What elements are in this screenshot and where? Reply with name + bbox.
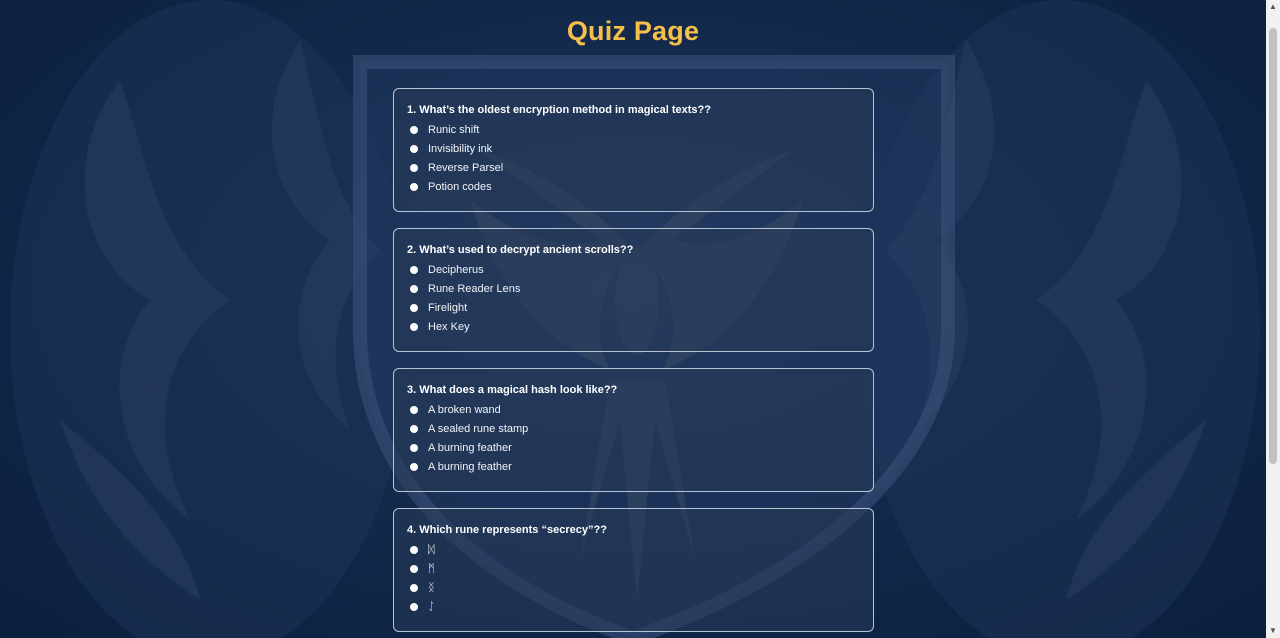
radio-button[interactable] (410, 603, 418, 611)
radio-button[interactable] (410, 425, 418, 433)
answer-option-label: Invisibility ink (428, 143, 493, 155)
answer-option-label: A burning feather (428, 461, 512, 473)
radio-button[interactable] (410, 164, 418, 172)
question-text: 2. What’s used to decrypt ancient scroll… (407, 244, 634, 256)
answer-option-label: Reverse Parsel (428, 162, 504, 174)
answer-option-label: Hex Key (428, 321, 470, 333)
answer-option-label: ᛇ (428, 601, 435, 613)
answer-option[interactable]: Decipherus (407, 261, 860, 280)
radio-button[interactable] (410, 463, 418, 471)
answer-option-label: ᛗ (428, 563, 435, 575)
radio-button[interactable] (410, 565, 418, 573)
answer-option[interactable]: A sealed rune stamp (407, 420, 860, 439)
vertical-scrollbar[interactable]: ▲ ▼ (1266, 0, 1280, 638)
question-text: 4. Which rune represents “secrecy”?? (407, 524, 607, 536)
question-text: 1. What’s the oldest encryption method i… (407, 104, 711, 116)
answer-option-label: Rune Reader Lens (428, 283, 521, 295)
question-card-1: 1. What’s the oldest encryption method i… (393, 88, 874, 212)
quiz-question-list: 1. What’s the oldest encryption method i… (393, 88, 874, 638)
page-title: Quiz Page (566, 16, 700, 46)
answer-option-label: Firelight (428, 302, 468, 314)
question-card-3: 3. What does a magical hash look like?? … (393, 368, 874, 492)
radio-button[interactable] (410, 285, 418, 293)
radio-button[interactable] (410, 183, 418, 191)
question-text: 3. What does a magical hash look like?? (407, 384, 618, 396)
page-viewport: Quiz Page 1. What’s the oldest encryptio… (0, 0, 1266, 638)
radio-button[interactable] (410, 145, 418, 153)
scroll-up-arrow-icon[interactable]: ▲ (1266, 0, 1280, 14)
answer-option[interactable]: Rune Reader Lens (407, 280, 860, 299)
radio-button[interactable] (410, 406, 418, 414)
answer-option[interactable]: Potion codes (407, 178, 860, 197)
radio-button[interactable] (410, 546, 418, 554)
question-card-2: 2. What’s used to decrypt ancient scroll… (393, 228, 874, 352)
answer-option[interactable]: Runic shift (407, 121, 860, 140)
answer-option-label: ᛝ (428, 582, 435, 594)
scroll-down-arrow-icon[interactable]: ▼ (1266, 624, 1280, 638)
radio-button[interactable] (410, 304, 418, 312)
answer-option[interactable]: ᛇ (407, 598, 860, 617)
answer-option[interactable]: Firelight (407, 299, 860, 318)
answer-option[interactable]: A broken wand (407, 401, 860, 420)
answer-option-label: A sealed rune stamp (428, 423, 529, 435)
scrollbar-thumb[interactable] (1269, 28, 1277, 464)
radio-button[interactable] (410, 126, 418, 134)
answer-option[interactable]: ᛞ (407, 541, 860, 560)
answer-option-label: A burning feather (428, 442, 512, 454)
answer-option[interactable]: Hex Key (407, 318, 860, 337)
question-card-4: 4. Which rune represents “secrecy”?? ᛞ ᛗ… (393, 508, 874, 632)
answer-option-label: ᛞ (428, 544, 435, 556)
answer-option[interactable]: ᛝ (407, 579, 860, 598)
answer-option[interactable]: ᛗ (407, 560, 860, 579)
radio-button[interactable] (410, 444, 418, 452)
answer-option-label: Runic shift (428, 124, 480, 136)
radio-button[interactable] (410, 323, 418, 331)
answer-option[interactable]: A burning feather (407, 439, 860, 458)
answer-option[interactable]: A burning feather (407, 458, 860, 477)
answer-option-label: A broken wand (428, 404, 501, 416)
radio-button[interactable] (410, 584, 418, 592)
answer-option[interactable]: Reverse Parsel (407, 159, 860, 178)
answer-option-label: Potion codes (428, 181, 492, 193)
radio-button[interactable] (410, 266, 418, 274)
answer-option[interactable]: Invisibility ink (407, 140, 860, 159)
answer-option-label: Decipherus (428, 264, 484, 276)
